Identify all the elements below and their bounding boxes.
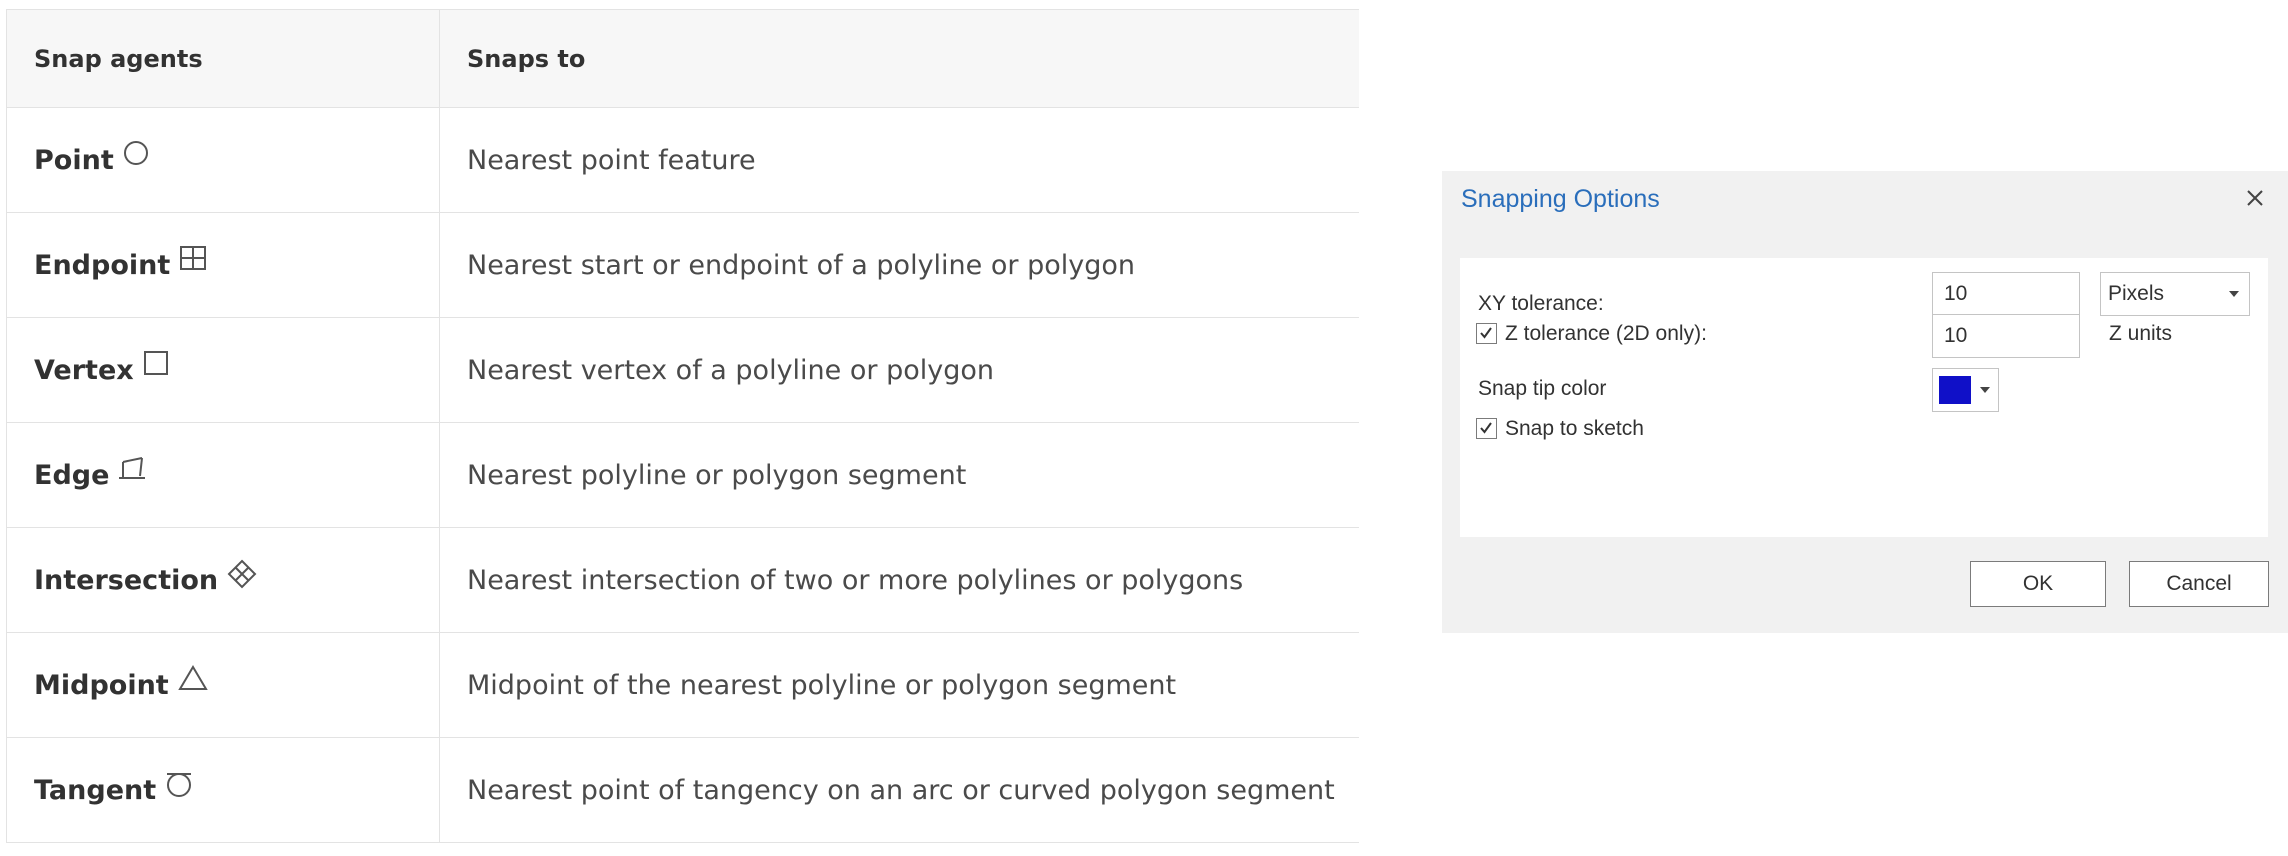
agent-name: Tangent: [34, 774, 157, 806]
cancel-button[interactable]: Cancel: [2129, 561, 2269, 607]
agent-name: Intersection: [34, 564, 219, 596]
edge-icon: [117, 454, 147, 482]
z-tolerance-input[interactable]: 10: [1932, 314, 2080, 358]
table-row: Endpoint Nearest start or endpoint of a …: [6, 212, 1359, 318]
snaps-to-text: Nearest point of tangency on an arc or c…: [467, 774, 1335, 806]
chevron-down-icon: [1980, 387, 1990, 393]
snap-to-sketch-label: Snap to sketch: [1505, 417, 1644, 440]
table-row: Tangent Nearest point of tangency on an …: [6, 737, 1359, 843]
table-row: Point Nearest point feature: [6, 107, 1359, 213]
intersection-diamond-icon: [226, 559, 258, 589]
checkmark-icon: [1480, 327, 1492, 339]
z-tolerance-label: Z tolerance (2D only):: [1505, 322, 1707, 345]
checkmark-icon: [1480, 422, 1492, 434]
square-icon: [142, 349, 170, 377]
snap-to-sketch-checkbox[interactable]: [1476, 418, 1497, 439]
header-snaps-to: Snaps to: [439, 9, 1359, 108]
xy-tolerance-input[interactable]: 10: [1932, 272, 2080, 316]
close-icon[interactable]: [2242, 185, 2268, 211]
chevron-down-icon: [2229, 291, 2239, 297]
agent-name: Endpoint: [34, 249, 171, 281]
agent-name: Point: [34, 144, 114, 176]
triangle-icon: [177, 664, 209, 692]
agent-name: Vertex: [34, 354, 134, 386]
circle-icon: [122, 139, 150, 167]
z-units-label: Z units: [2109, 322, 2173, 345]
header-snap-agents: Snap agents: [6, 9, 440, 108]
xy-tolerance-label: XY tolerance:: [1478, 292, 1604, 315]
snaps-to-text: Nearest vertex of a polyline or polygon: [467, 354, 994, 386]
dialog-title: Snapping Options: [1461, 185, 1660, 213]
snap-tip-color-label: Snap tip color: [1478, 377, 1607, 400]
options-panel: XY tolerance: 10 Pixels Z tolerance (2D …: [1460, 258, 2268, 537]
xy-units-select[interactable]: Pixels: [2100, 272, 2250, 316]
snaps-to-text: Midpoint of the nearest polyline or poly…: [467, 669, 1177, 701]
table-row: Intersection Nearest intersection of two…: [6, 527, 1359, 633]
table-row: Vertex Nearest vertex of a polyline or p…: [6, 317, 1359, 423]
snaps-to-text: Nearest point feature: [467, 144, 756, 176]
snaps-to-text: Nearest intersection of two or more poly…: [467, 564, 1244, 596]
grid-square-icon: [178, 244, 208, 272]
table-header-row: Snap agents Snaps to: [6, 9, 1359, 108]
agent-name: Edge: [34, 459, 110, 491]
z-tolerance-checkbox[interactable]: [1476, 323, 1497, 344]
tangent-icon: [164, 769, 194, 799]
snap-tip-color-picker[interactable]: [1932, 368, 1999, 412]
snap-agents-table: Snap agents Snaps to Point Nearest point…: [6, 9, 1359, 843]
xy-units-value: Pixels: [2108, 282, 2165, 305]
ok-button[interactable]: OK: [1970, 561, 2106, 607]
snapping-options-dialog: Snapping Options XY tolerance: 10 Pixels…: [1442, 171, 2288, 633]
table-row: Edge Nearest polyline or polygon segment: [6, 422, 1359, 528]
agent-name: Midpoint: [34, 669, 169, 701]
table-row: Midpoint Midpoint of the nearest polylin…: [6, 632, 1359, 738]
snaps-to-text: Nearest start or endpoint of a polyline …: [467, 249, 1135, 281]
snaps-to-text: Nearest polyline or polygon segment: [467, 459, 967, 491]
color-swatch: [1939, 376, 1971, 404]
